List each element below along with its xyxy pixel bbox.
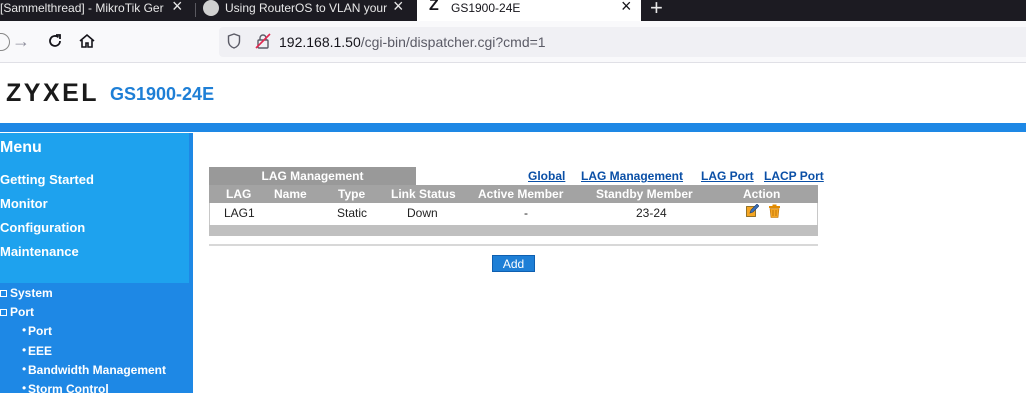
close-icon[interactable]: ×: [621, 0, 632, 15]
url-bar[interactable]: 192.168.1.50/cgi-bin/dispatcher.cgi?cmd=…: [219, 27, 1026, 57]
home-icon[interactable]: [76, 30, 98, 52]
column-header: Standby Member: [596, 187, 693, 201]
bullet-icon: •: [22, 323, 27, 337]
tree-item-storm-control[interactable]: Storm Control: [28, 382, 109, 396]
column-header: Action: [743, 187, 781, 201]
link-lag-management[interactable]: LAG Management: [581, 169, 683, 183]
close-icon[interactable]: ×: [172, 0, 183, 15]
tree-item-system[interactable]: System: [10, 286, 53, 300]
zyxel-favicon-icon: Z: [429, 0, 439, 14]
tree-item-port-settings[interactable]: Port: [28, 324, 52, 338]
shield-icon[interactable]: [227, 33, 241, 49]
sidebar-edge: [189, 133, 193, 283]
add-button[interactable]: Add: [492, 255, 535, 272]
config-tree: System Port • Port • EEE • Bandwidth Man…: [0, 283, 193, 396]
browser-tab-routeros[interactable]: Using RouterOS to VLAN your n ×: [193, 0, 413, 21]
main-menu: Menu Getting Started Monitor Configurati…: [0, 133, 189, 283]
device-header: ZYXEL GS1900-24E: [0, 64, 1026, 123]
table-footer: [209, 225, 818, 236]
back-icon[interactable]: [0, 33, 10, 51]
tree-item-port[interactable]: Port: [10, 305, 34, 319]
tab-title: [Sammelthread] - MikroTik Ger: [0, 1, 164, 15]
delete-icon[interactable]: [768, 204, 781, 218]
menu-item-getting-started[interactable]: Getting Started: [0, 172, 94, 187]
new-tab-icon[interactable]: +: [650, 0, 663, 21]
browser-tab-mikrotik[interactable]: [Sammelthread] - MikroTik Ger ×: [0, 0, 192, 21]
close-icon[interactable]: ×: [393, 0, 404, 15]
expand-icon[interactable]: [0, 290, 7, 297]
tab-lag-management[interactable]: LAG Management: [209, 167, 416, 185]
collapse-icon[interactable]: [0, 309, 7, 316]
browser-tab-strip: [Sammelthread] - MikroTik Ger × Using Ro…: [0, 0, 1026, 21]
bullet-icon: •: [22, 362, 27, 376]
tree-item-eee[interactable]: EEE: [28, 344, 52, 358]
lag-table-header: LAG Name Type Link Status Active Member …: [209, 185, 818, 203]
model-name: GS1900-24E: [110, 84, 215, 104]
column-header: Active Member: [478, 187, 564, 201]
column-header: Name: [274, 187, 307, 201]
tab-title: GS1900-24E: [451, 1, 521, 15]
menu-item-maintenance[interactable]: Maintenance: [0, 244, 79, 259]
favicon-icon: [203, 0, 219, 16]
cell-link-status: Down: [407, 206, 438, 220]
tree-item-bandwidth-management[interactable]: Bandwidth Management: [28, 363, 166, 377]
zyxel-logo: ZYXEL: [6, 79, 100, 107]
insecure-lock-icon[interactable]: [255, 33, 271, 49]
header-divider: [0, 123, 1026, 132]
link-lag-port[interactable]: LAG Port: [701, 169, 754, 183]
tab-title: Using RouterOS to VLAN your n: [225, 1, 387, 15]
cell-active-member: -: [524, 206, 528, 220]
link-global[interactable]: Global: [528, 169, 565, 183]
browser-nav-bar: → 192.168.1.50/cgi-bin/dispatcher.cgi?cm…: [0, 21, 1026, 63]
edit-icon[interactable]: [746, 204, 759, 217]
cell-lag: LAG1: [224, 206, 255, 220]
cell-standby-member: 23-24: [636, 206, 667, 220]
url-host: 192.168.1.50: [279, 34, 361, 50]
browser-tab-active[interactable]: Z GS1900-24E ×: [417, 0, 641, 21]
bullet-icon: •: [22, 343, 27, 357]
table-row: LAG1 Static Down - 23-24: [209, 203, 818, 225]
url-path: /cgi-bin/dispatcher.cgi?cmd=1: [360, 34, 546, 50]
menu-title: Menu: [0, 139, 42, 156]
menu-item-monitor[interactable]: Monitor: [0, 196, 48, 211]
column-header: Type: [338, 187, 366, 201]
section-divider: [209, 244, 818, 246]
column-header: LAG: [226, 187, 252, 201]
forward-icon[interactable]: →: [10, 30, 32, 52]
reload-icon[interactable]: [44, 30, 66, 52]
menu-item-configuration[interactable]: Configuration: [0, 220, 85, 235]
link-lacp-port[interactable]: LACP Port: [764, 169, 824, 183]
url-text[interactable]: 192.168.1.50/cgi-bin/dispatcher.cgi?cmd=…: [279, 34, 546, 50]
cell-type: Static: [337, 206, 368, 220]
column-header: Link Status: [391, 187, 456, 201]
